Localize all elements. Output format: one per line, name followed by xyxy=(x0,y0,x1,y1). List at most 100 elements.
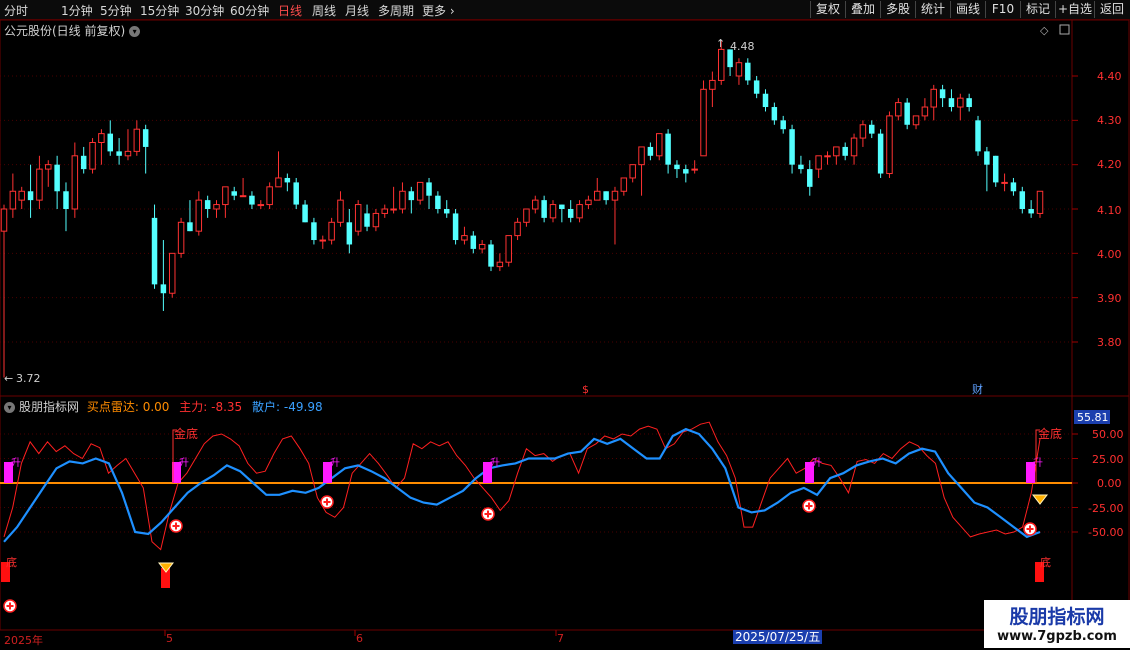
candle-body-up xyxy=(824,155,831,158)
candle-body-up xyxy=(0,208,8,232)
candle-body-down xyxy=(789,129,795,165)
candle-body-up xyxy=(594,190,601,201)
candle-body-up xyxy=(9,190,17,210)
indicator-tick: 25.00 xyxy=(1092,453,1124,466)
candle-body-up xyxy=(576,204,583,219)
candle-body-up xyxy=(629,164,636,179)
candle-body-down xyxy=(807,169,813,187)
bottom-label: 底 xyxy=(6,555,17,569)
main-force-value: -8.35 xyxy=(211,400,243,414)
candle-body-down xyxy=(204,200,211,209)
candle-body-down xyxy=(665,133,671,165)
candle-body-up xyxy=(133,128,141,152)
candle-body-up xyxy=(416,181,424,201)
candle-body-up xyxy=(319,239,327,242)
panel-toggle-icon[interactable] xyxy=(1059,24,1070,35)
candle-body-down xyxy=(975,120,981,152)
candle-body-up xyxy=(895,102,902,117)
candle-body-down xyxy=(443,209,450,214)
main-force-line xyxy=(3,421,1041,551)
indicator-tick: 50.00 xyxy=(1092,428,1124,441)
indicator-panel-frame xyxy=(0,395,1073,631)
candle-body-up xyxy=(98,133,105,143)
retail-value: -49.98 xyxy=(283,400,323,414)
candle-body-down xyxy=(559,204,565,209)
candle-body-down xyxy=(984,151,990,165)
price-tick: 4.20 xyxy=(1097,158,1122,171)
candle-body-down xyxy=(877,133,884,174)
x-axis-label: 6 xyxy=(356,632,363,645)
candle-body-down xyxy=(647,146,654,156)
candle-body-down xyxy=(187,222,193,232)
candle-body-down xyxy=(1010,182,1017,192)
candle-body-down xyxy=(869,124,875,134)
event-marker-cai[interactable]: 财 xyxy=(972,382,983,396)
candle-body-up xyxy=(549,204,557,219)
candle-body-down xyxy=(683,169,689,174)
candle-body-up xyxy=(124,150,132,157)
candle-body-up xyxy=(930,88,937,108)
candle-body-up xyxy=(921,106,929,117)
candle-body-up xyxy=(177,221,185,254)
candle-body-up xyxy=(912,115,920,126)
low-price-label: 3.72 xyxy=(16,372,41,385)
candle-body-down xyxy=(107,133,114,152)
candle-body-down xyxy=(966,98,972,108)
candle-body-up xyxy=(372,212,380,228)
indicator-tick: -50.00 xyxy=(1088,526,1123,539)
candle-body-up xyxy=(859,124,867,139)
rise-label: 升 xyxy=(330,457,340,469)
indicator-name[interactable]: 股朋指标网 xyxy=(19,400,79,414)
candle-body-down xyxy=(753,80,760,94)
event-marker-s[interactable]: $ xyxy=(582,383,589,396)
candle-body-up xyxy=(266,186,273,206)
candle-body-up xyxy=(399,190,406,210)
bottom-label: 底 xyxy=(1040,555,1051,569)
diamond-icon[interactable]: ◇ xyxy=(1040,24,1049,37)
candle-body-down xyxy=(54,164,60,192)
candle-body-up xyxy=(328,221,335,241)
candle-body-down xyxy=(780,120,786,130)
candle-body-down xyxy=(674,164,680,170)
site-watermark: 股朋指标网 www.7gpzb.com xyxy=(984,600,1130,648)
candle-body-down xyxy=(27,191,34,201)
candle-body-up xyxy=(257,204,265,207)
candle-body-down xyxy=(541,200,547,218)
candle-body-down xyxy=(346,222,353,245)
candle-body-up xyxy=(833,146,840,157)
high-price-label: 4.48 xyxy=(730,40,755,53)
rise-label: 升 xyxy=(1033,457,1043,469)
candle-body-down xyxy=(470,235,477,249)
main-force-label: 主力: xyxy=(179,400,208,414)
kline-chart: 升 升 升 升 升 升 4.48 ↑ 3.72 ← $ 财 ◇ 4.40 4.30 4.2… xyxy=(0,19,1130,636)
candles xyxy=(0,40,1044,378)
chevron-down-icon[interactable]: ▾ xyxy=(4,402,15,413)
candle-body-down xyxy=(231,191,237,196)
watermark-url: www.7gpzb.com xyxy=(997,629,1117,644)
x-axis-label: 5 xyxy=(166,632,173,645)
candle-body-up xyxy=(89,142,96,170)
candle-body-up xyxy=(957,97,964,108)
candle-body-down xyxy=(798,164,804,170)
candle-body-down xyxy=(1019,191,1026,209)
candle-body-down xyxy=(160,284,167,294)
gold-bottom-label: 金底 xyxy=(174,426,198,441)
x-axis-label: 7 xyxy=(557,632,564,645)
candle-body-down xyxy=(435,195,441,209)
price-tick: 4.10 xyxy=(1097,204,1122,217)
indicator-title: ▾ 股朋指标网 买点雷达: 0.00 主力: -8.35 散户: -49.98 xyxy=(4,398,323,415)
candle-body-down xyxy=(408,191,415,201)
candle-body-up xyxy=(735,62,743,77)
indicator-grid xyxy=(0,421,1078,551)
candle-body-down xyxy=(426,182,432,196)
candle-body-down xyxy=(284,177,291,183)
low-arrow: ← xyxy=(4,372,13,385)
candle-body-down xyxy=(151,217,158,285)
candle-body-down xyxy=(842,146,848,156)
candle-body-up xyxy=(691,168,698,171)
candle-body-up xyxy=(496,261,504,268)
candle-body-down xyxy=(904,102,910,125)
candle-body-down xyxy=(302,204,308,223)
rise-label: 升 xyxy=(179,457,189,469)
candle-body-down xyxy=(80,155,87,170)
